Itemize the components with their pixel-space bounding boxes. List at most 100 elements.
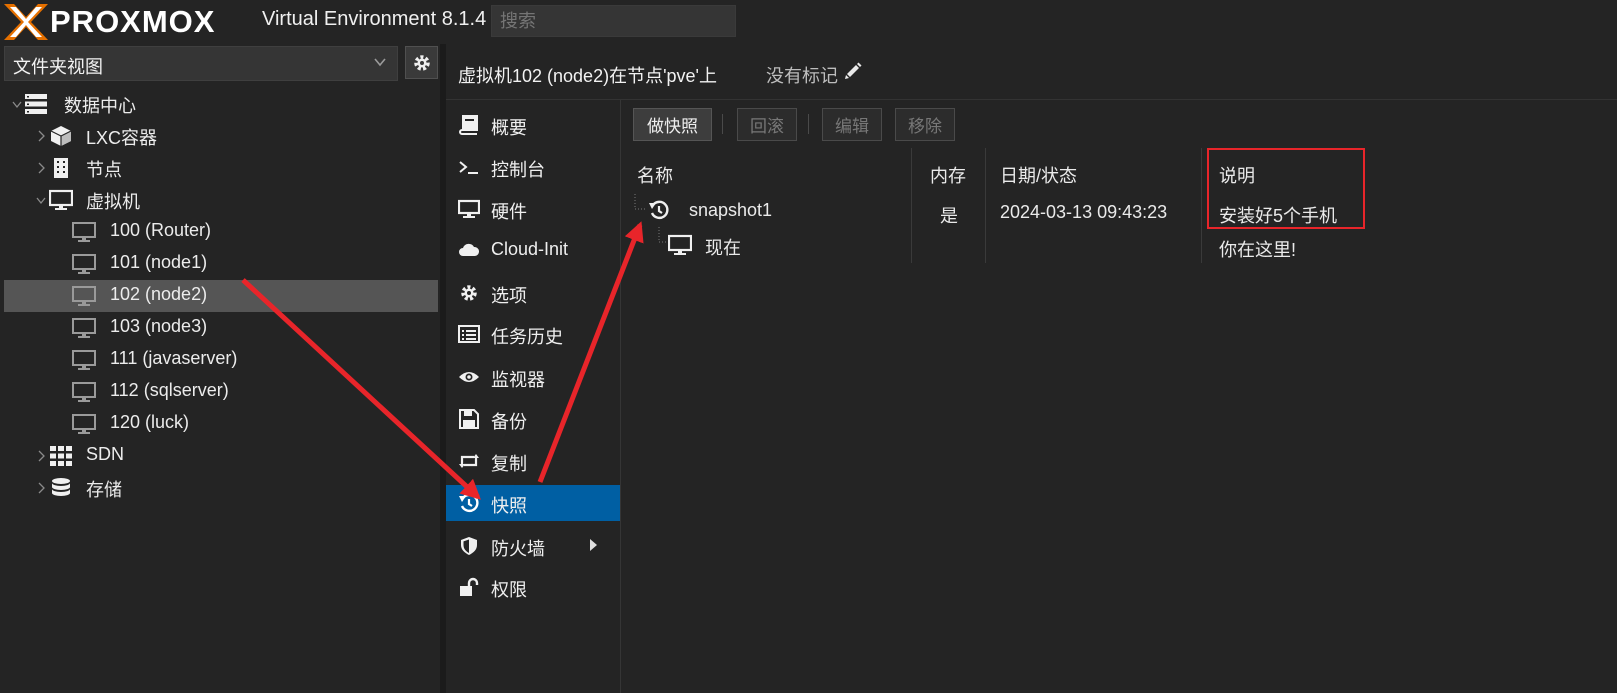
- tree-item-vm-111[interactable]: 111 (javaserver): [4, 344, 438, 376]
- search-input[interactable]: [491, 5, 736, 37]
- tree-item-vm-102[interactable]: 102 (node2): [4, 280, 438, 312]
- database-icon: [52, 478, 70, 496]
- tree-item-lxc[interactable]: LXC容器: [4, 120, 438, 152]
- menu-item-cloud-init[interactable]: Cloud-Init: [446, 232, 620, 268]
- tree-item-label: 120 (luck): [110, 412, 190, 432]
- menu-item-label: 硬件: [491, 202, 527, 222]
- tree-item-vm-112[interactable]: 112 (sqlserver): [4, 376, 438, 408]
- current-state-name: 现在: [705, 238, 741, 258]
- tree-item-label: 103 (node3): [110, 316, 208, 336]
- menu-item-snapshots[interactable]: 快照: [446, 485, 620, 521]
- column-header-date[interactable]: 日期/状态: [1000, 162, 1077, 188]
- cloud-icon: [459, 243, 480, 256]
- tree-item-label: 101 (node1): [110, 252, 208, 272]
- monitor-icon: [72, 350, 96, 370]
- menu-item-permissions[interactable]: 权限: [446, 569, 620, 605]
- menu-item-replication[interactable]: 复制: [446, 443, 620, 479]
- menu-item-label: 概要: [491, 118, 527, 138]
- column-header-ram[interactable]: 内存: [930, 162, 966, 188]
- version-text: Virtual Environment 8.1.4: [262, 8, 487, 30]
- chevron-right-icon[interactable]: [36, 449, 46, 463]
- monitor-icon: [72, 414, 96, 434]
- edit-button[interactable]: 编辑: [822, 108, 882, 141]
- tree-item-label: SDN: [86, 444, 125, 464]
- menu-item-label: 快照: [491, 496, 527, 516]
- tree-item-vm-101[interactable]: 101 (node1): [4, 248, 438, 280]
- menu-item-monitor[interactable]: 监视器: [446, 359, 620, 395]
- pencil-icon[interactable]: [844, 62, 862, 80]
- tree-item-sdn[interactable]: SDN: [4, 440, 438, 472]
- menu-item-options[interactable]: 选项: [446, 275, 620, 311]
- shield-icon: [461, 537, 477, 555]
- tree-item-datacenter[interactable]: 数据中心: [4, 88, 438, 120]
- snapshot-ram: 是: [940, 206, 958, 226]
- tree-item-label: 数据中心: [64, 96, 136, 116]
- monitor-icon: [458, 199, 480, 218]
- building-icon: [54, 158, 68, 178]
- menu-item-label: 备份: [491, 412, 527, 432]
- tree-item-vm-100[interactable]: 100 (Router): [4, 216, 438, 248]
- menu-item-hardware[interactable]: 硬件: [446, 191, 620, 227]
- save-icon: [459, 409, 479, 429]
- remove-button[interactable]: 移除: [895, 108, 955, 141]
- chevron-down-icon[interactable]: [12, 97, 22, 111]
- snapshot-grid: [622, 148, 1617, 194]
- toolbar-separator: [722, 114, 723, 134]
- highlight-box: [1207, 148, 1365, 229]
- menu-item-label: 任务历史: [491, 327, 563, 347]
- tree-item-label: 节点: [86, 160, 122, 180]
- monitor-icon: [668, 234, 692, 255]
- view-selector[interactable]: 文件夹视图: [4, 46, 398, 81]
- tree-item-label: LXC容器: [86, 128, 158, 148]
- menu-item-label: 监视器: [491, 370, 545, 390]
- chevron-down-icon: [374, 58, 386, 67]
- book-icon: [459, 115, 478, 135]
- rollback-button[interactable]: 回滚: [737, 108, 797, 141]
- toolbar-separator: [808, 114, 809, 134]
- monitor-icon: [49, 189, 73, 210]
- chevron-right-icon[interactable]: [36, 481, 46, 495]
- menu-item-console[interactable]: 控制台: [446, 149, 620, 185]
- menu-item-label: 控制台: [491, 160, 545, 180]
- tree-item-vm-120[interactable]: 120 (luck): [4, 408, 438, 440]
- tree-item-label: 存储: [86, 480, 122, 500]
- menu-item-label: 权限: [491, 580, 527, 600]
- caret-right-icon[interactable]: [588, 538, 598, 552]
- column-header-name[interactable]: 名称: [637, 162, 673, 188]
- snapshot-name: snapshot1: [689, 200, 773, 220]
- history-icon: [649, 200, 669, 220]
- top-bar: [0, 0, 1617, 44]
- table-row[interactable]: [622, 228, 1617, 260]
- monitor-icon: [72, 222, 96, 242]
- menu-item-summary[interactable]: 概要: [446, 107, 620, 143]
- tags-label: 没有标记: [766, 66, 838, 86]
- menu-item-backup[interactable]: 备份: [446, 401, 620, 437]
- menu-item-label: Cloud-Init: [491, 239, 569, 259]
- take-snapshot-button[interactable]: 做快照: [633, 108, 712, 141]
- chevron-right-icon[interactable]: [36, 161, 46, 175]
- unlock-icon: [460, 577, 479, 596]
- tree-item-storage[interactable]: 存储: [4, 472, 438, 504]
- gear-icon: [413, 54, 430, 71]
- settings-button[interactable]: [405, 46, 438, 79]
- tree-item-label: 111 (javaserver): [110, 348, 238, 368]
- monitor-icon: [72, 254, 96, 274]
- menu-item-label: 防火墙: [491, 539, 545, 559]
- tree-item-nodes[interactable]: 节点: [4, 152, 438, 184]
- proxmox-logo[interactable]: PROXMOX: [4, 4, 215, 40]
- chevron-down-icon[interactable]: [36, 193, 46, 207]
- tree-item-label: 102 (node2): [110, 284, 208, 304]
- current-state-description: 你在这里!: [1219, 240, 1297, 260]
- snapshot-date: 2024-03-13 09:43:23: [1000, 202, 1168, 222]
- menu-item-firewall[interactable]: 防火墙: [446, 528, 620, 564]
- chevron-right-icon[interactable]: [36, 129, 46, 143]
- list-alt-icon: [458, 325, 480, 343]
- menu-item-label: 选项: [491, 286, 527, 306]
- tree-item-label: 100 (Router): [110, 220, 212, 240]
- tree-item-vms[interactable]: 虚拟机: [4, 184, 438, 216]
- grid-icon: [50, 446, 72, 466]
- eye-icon: [459, 372, 479, 382]
- tree-item-vm-103[interactable]: 103 (node3): [4, 312, 438, 344]
- resource-tree: 数据中心 LXC容器 节点 虚拟机 100 (Router) 101 (node…: [0, 86, 440, 693]
- menu-item-task-history[interactable]: 任务历史: [446, 316, 620, 352]
